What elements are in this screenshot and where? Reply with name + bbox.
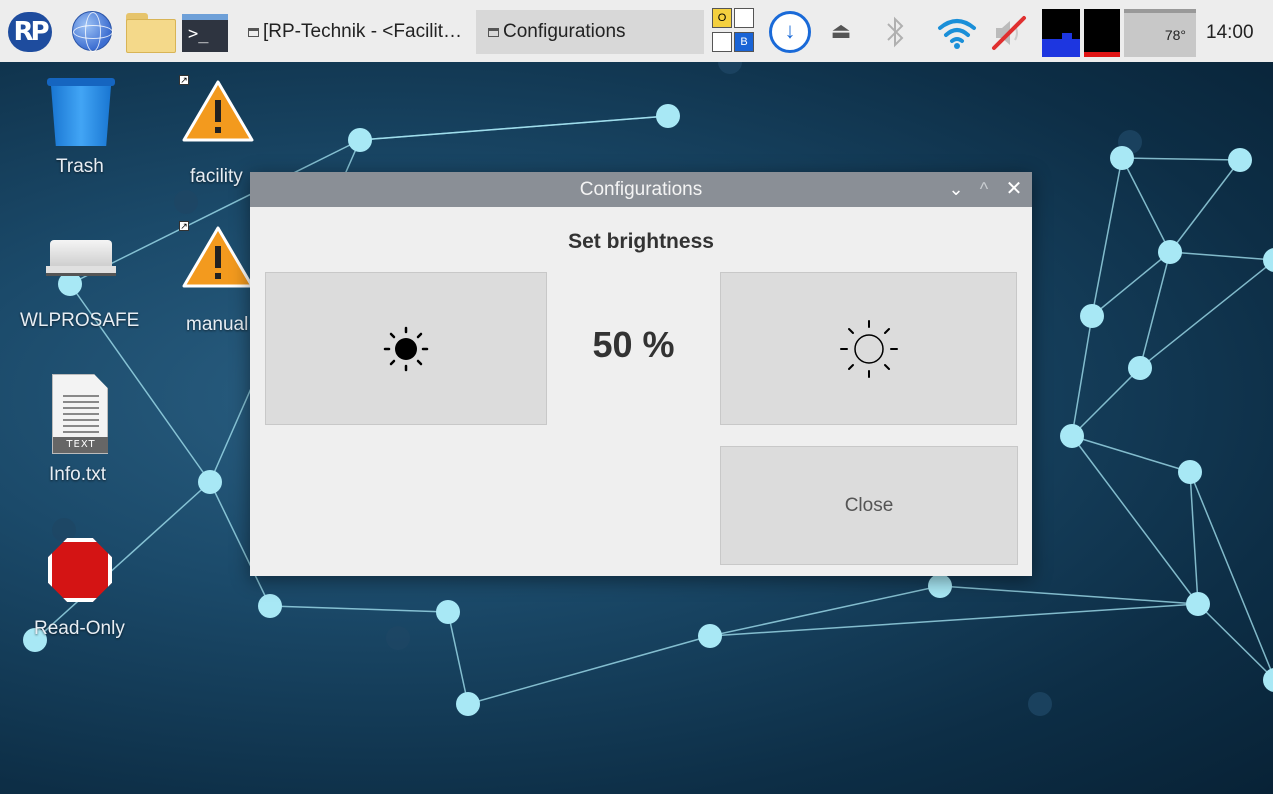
- network-node-dim: [386, 626, 410, 650]
- network-node: [1128, 356, 1152, 380]
- network-node: [348, 128, 372, 152]
- network-node: [1060, 424, 1084, 448]
- network-edge: [1071, 435, 1199, 605]
- dialog-titlebar[interactable]: Configurations: [250, 172, 1032, 207]
- desktop-label-manual[interactable]: manual: [186, 314, 248, 336]
- dialog-title: Configurations: [579, 179, 703, 200]
- text-file-badge: TEXT: [53, 437, 108, 453]
- dialog-heading: Set brightness: [568, 230, 714, 253]
- network-edge: [1169, 251, 1273, 261]
- globe-icon[interactable]: [72, 11, 113, 52]
- sun-outline-icon: [839, 319, 898, 378]
- cpu-monitor[interactable]: [1042, 9, 1080, 57]
- desktop-label-info-txt[interactable]: Info.txt: [49, 464, 106, 486]
- network-edge: [447, 611, 469, 705]
- desktop-label-trash[interactable]: Trash: [56, 156, 104, 178]
- trash-icon[interactable]: [47, 78, 115, 148]
- configurations-dialog: Configurations ⌄ ^ ✕ Set brightness 50 %: [250, 172, 1032, 576]
- taskbar-task-configurations[interactable]: Configurations: [476, 10, 704, 54]
- network-edge: [1121, 157, 1171, 253]
- network-edge: [1169, 159, 1241, 253]
- desktop-label-facility[interactable]: facility: [190, 166, 243, 188]
- network-edge: [359, 115, 669, 141]
- terminal-icon[interactable]: >_: [182, 14, 228, 52]
- network-edge: [1139, 251, 1171, 369]
- network-node-dim: [174, 190, 198, 214]
- window-icon: [248, 27, 259, 37]
- temperature-monitor[interactable]: 78°: [1124, 9, 1196, 57]
- network-node: [1110, 146, 1134, 170]
- network-edge: [939, 585, 1199, 605]
- network-edge: [1197, 603, 1273, 680]
- bluetooth-icon[interactable]: [880, 14, 910, 50]
- shortcut-arrow-icon: ↗: [179, 221, 189, 231]
- warning-icon[interactable]: ↗: [179, 75, 254, 144]
- network-node: [1186, 592, 1210, 616]
- network-node: [258, 594, 282, 618]
- network-node: [928, 574, 952, 598]
- network-node: [198, 470, 222, 494]
- keyboard-indicator[interactable]: O B: [712, 8, 760, 56]
- clock[interactable]: 14:00: [1206, 22, 1254, 44]
- close-window-button[interactable]: ✕: [1002, 172, 1026, 207]
- task-label: [RP-Technik - <Facilit…: [263, 21, 463, 42]
- increase-brightness-button[interactable]: [720, 272, 1017, 425]
- close-button[interactable]: Close: [720, 446, 1018, 565]
- network-node: [1080, 304, 1104, 328]
- network-node: [656, 104, 680, 128]
- network-node: [1158, 240, 1182, 264]
- sun-filled-icon: [383, 326, 429, 371]
- maximize-button[interactable]: ^: [972, 172, 996, 207]
- network-node: [1263, 668, 1273, 692]
- taskbar-task-facility[interactable]: [RP-Technik - <Facilit…: [236, 10, 474, 54]
- keyboard-indicator-o: O: [712, 8, 732, 28]
- network-edge: [1189, 471, 1199, 605]
- network-edge: [1189, 471, 1273, 678]
- wifi-icon[interactable]: [934, 12, 980, 54]
- network-node: [698, 624, 722, 648]
- shortcut-arrow-icon: ↗: [179, 75, 189, 85]
- network-edge: [1091, 251, 1171, 317]
- eject-icon[interactable]: ⏏: [826, 18, 856, 46]
- network-node: [456, 692, 480, 716]
- warning-icon[interactable]: ↗: [179, 221, 254, 290]
- network-node: [1228, 148, 1252, 172]
- drive-icon[interactable]: [46, 240, 116, 280]
- folder-icon[interactable]: [126, 13, 176, 53]
- desktop-label-read-only[interactable]: Read-Only: [34, 618, 125, 640]
- window-icon: [488, 27, 499, 37]
- network-node-dim: [1028, 692, 1052, 716]
- network-edge: [1071, 435, 1191, 473]
- text-file-icon[interactable]: TEXT: [52, 374, 108, 454]
- desktop-label-wlprosafe[interactable]: WLPROSAFE: [20, 310, 139, 332]
- download-icon[interactable]: ↓: [769, 11, 811, 53]
- network-node: [1178, 460, 1202, 484]
- decrease-brightness-button[interactable]: [265, 272, 547, 425]
- volume-muted-icon[interactable]: [988, 12, 1030, 54]
- taskbar: RP >_ [RP-Technik - <Facilit… Configurat…: [0, 0, 1273, 62]
- network-edge: [467, 635, 711, 705]
- network-edge: [1091, 157, 1123, 317]
- network-edge: [1139, 260, 1273, 369]
- keyboard-indicator-b: B: [734, 32, 754, 52]
- network-edge: [1121, 157, 1241, 161]
- brightness-value: 50 %: [592, 324, 675, 365]
- task-label: Configurations: [503, 21, 626, 42]
- network-node: [436, 600, 460, 624]
- memory-monitor[interactable]: [1084, 9, 1120, 57]
- network-edge: [269, 605, 449, 613]
- menu-logo-button[interactable]: RP: [8, 12, 52, 52]
- minimize-button[interactable]: ⌄: [944, 172, 968, 207]
